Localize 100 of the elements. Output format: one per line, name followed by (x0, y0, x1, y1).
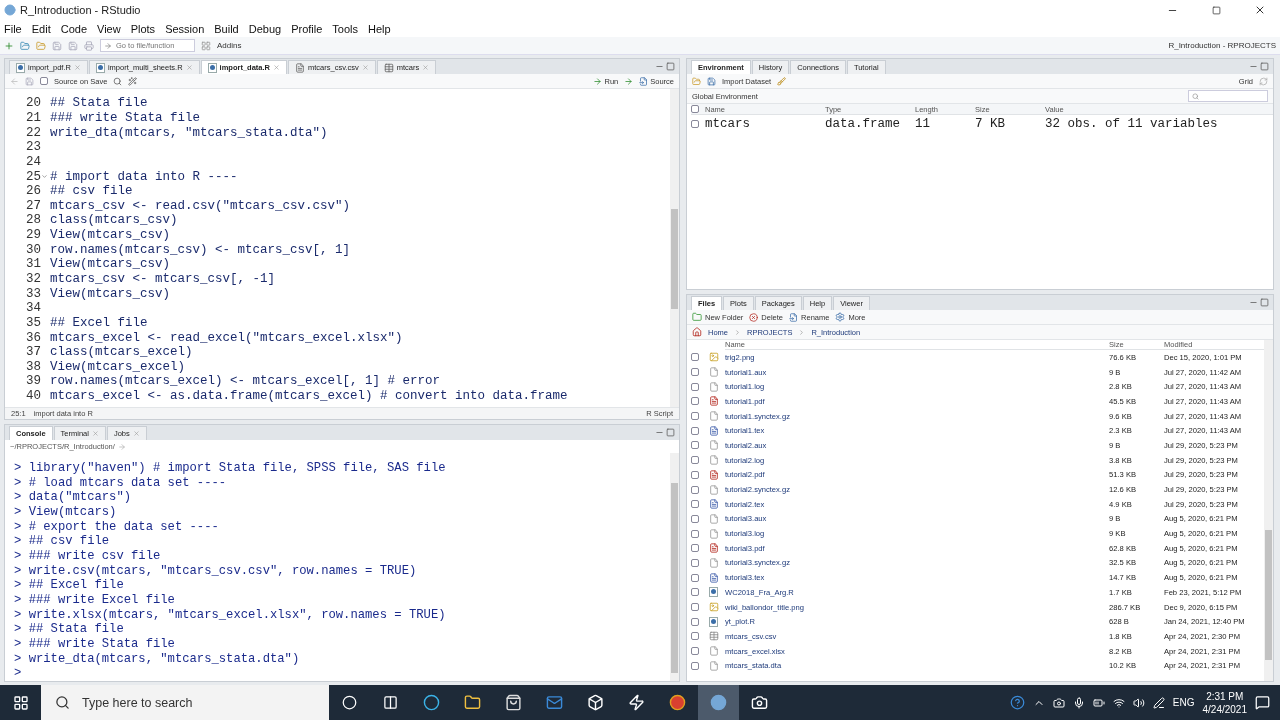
save-icon[interactable] (25, 76, 34, 86)
file-icon (709, 455, 719, 466)
menu-item[interactable]: Code (60, 22, 87, 35)
code-line: mtcars_csv <- mtcars_csv[, -1] (50, 272, 276, 286)
line-number: 39 (25, 374, 41, 389)
menu-item[interactable]: Build (214, 22, 239, 35)
checkbox[interactable] (691, 485, 699, 494)
checkbox[interactable] (691, 529, 699, 538)
line-number: 22 (25, 125, 41, 140)
pdf-file-icon (709, 396, 719, 407)
checkbox[interactable] (691, 617, 699, 626)
search-icon[interactable] (113, 76, 123, 86)
open-file-icon[interactable] (36, 40, 46, 51)
refresh-icon[interactable] (1259, 76, 1268, 86)
search-field[interactable] (1188, 90, 1268, 102)
console-line: > data("mtcars") (14, 490, 133, 505)
language-indicator[interactable]: ENG (1172, 697, 1195, 708)
microphone-icon[interactable] (1072, 696, 1085, 709)
scrollbar[interactable] (670, 453, 679, 681)
maximize-pane-icon[interactable] (1260, 62, 1269, 71)
circle-icon (342, 695, 357, 710)
save-icon[interactable] (707, 76, 716, 86)
wifi-icon[interactable] (1112, 696, 1125, 709)
addins-menu[interactable]: Addins (217, 41, 242, 50)
select-all-checkbox[interactable] (691, 105, 699, 113)
checkbox[interactable] (40, 77, 48, 85)
volume-icon[interactable] (1132, 696, 1145, 709)
menu-item[interactable]: Plots (130, 22, 156, 35)
checkbox[interactable] (691, 603, 699, 612)
checkbox[interactable] (691, 573, 699, 582)
checkbox[interactable] (691, 119, 699, 128)
maximize-pane-icon[interactable] (1260, 298, 1269, 307)
checkbox[interactable] (691, 441, 699, 450)
notifications-icon[interactable] (1255, 695, 1270, 710)
checkbox[interactable] (691, 500, 699, 509)
checkbox[interactable] (691, 544, 699, 553)
camera-icon[interactable] (1052, 696, 1065, 709)
browser-icon (423, 694, 440, 711)
print-icon[interactable] (84, 40, 94, 51)
table-cell-text: 7 KB (975, 115, 1006, 132)
menu-item[interactable]: Debug (248, 22, 282, 35)
checkbox[interactable] (691, 632, 699, 641)
file-icon (709, 646, 719, 657)
search-field[interactable]: Type here to search (41, 685, 329, 720)
clock[interactable]: 2:31 PM 4/24/2021 (1202, 689, 1247, 716)
gear-icon (835, 312, 846, 322)
checkbox[interactable] (691, 661, 699, 670)
image-file-icon (709, 352, 719, 363)
maximize-pane-icon[interactable] (666, 62, 675, 71)
fold-icon[interactable] (41, 173, 48, 180)
checkbox[interactable] (691, 368, 699, 377)
table-cell-text: 32 obs. of 11 variables (1045, 115, 1219, 132)
menu-item[interactable]: View (97, 22, 121, 35)
rename-icon (789, 312, 799, 322)
pen-icon[interactable] (1152, 696, 1165, 709)
menu-item[interactable]: Session (165, 22, 205, 35)
battery-icon[interactable] (1092, 696, 1105, 709)
checkbox[interactable] (691, 397, 699, 406)
scrollbar[interactable] (670, 89, 679, 407)
source-icon (639, 76, 649, 86)
checkbox[interactable] (691, 588, 699, 597)
checkbox[interactable] (691, 470, 699, 479)
menu-item[interactable]: File (4, 22, 22, 35)
checkbox[interactable] (691, 426, 699, 435)
checkbox[interactable] (691, 514, 699, 523)
checkbox[interactable] (691, 456, 699, 465)
open-icon[interactable] (692, 76, 701, 86)
new-file-icon[interactable] (4, 40, 14, 51)
r-file-icon (709, 587, 718, 598)
line-number: 27 (25, 198, 41, 213)
delete-icon (749, 312, 759, 322)
line-number: 26 (25, 184, 41, 199)
table-cell-text: mtcars (705, 115, 751, 132)
rerun-icon[interactable] (624, 76, 634, 86)
code-line: ## Excel file (50, 315, 148, 330)
code-line: # import data into R ---- (50, 169, 238, 184)
save-all-icon[interactable] (68, 40, 78, 51)
menu-item[interactable]: Edit (31, 22, 51, 35)
help-icon[interactable] (1009, 695, 1025, 710)
menu-item[interactable]: Tools (332, 22, 359, 35)
chevron-icon (734, 328, 741, 336)
checkbox[interactable] (691, 412, 699, 421)
layout-icon[interactable] (201, 40, 211, 51)
save-icon[interactable] (52, 40, 62, 51)
checkbox[interactable] (691, 558, 699, 567)
open-project-icon[interactable] (20, 40, 30, 51)
maximize-pane-icon[interactable] (666, 428, 675, 437)
checkbox[interactable] (691, 647, 699, 656)
scrollbar[interactable] (1264, 340, 1273, 681)
checkbox[interactable] (691, 353, 699, 362)
broom-icon[interactable] (777, 76, 787, 86)
console-line: > # export the data set ---- (14, 519, 220, 535)
wand-icon[interactable] (128, 76, 138, 86)
home-icon[interactable] (692, 327, 702, 337)
menu-item[interactable]: Help (368, 22, 391, 35)
menu-item[interactable]: Profile (291, 22, 323, 35)
checkbox[interactable] (691, 382, 699, 391)
project-menu[interactable]: R_Introduction - RPROJECTS (1168, 41, 1276, 50)
line-number: 36 (25, 330, 41, 345)
mail-icon (546, 694, 563, 711)
